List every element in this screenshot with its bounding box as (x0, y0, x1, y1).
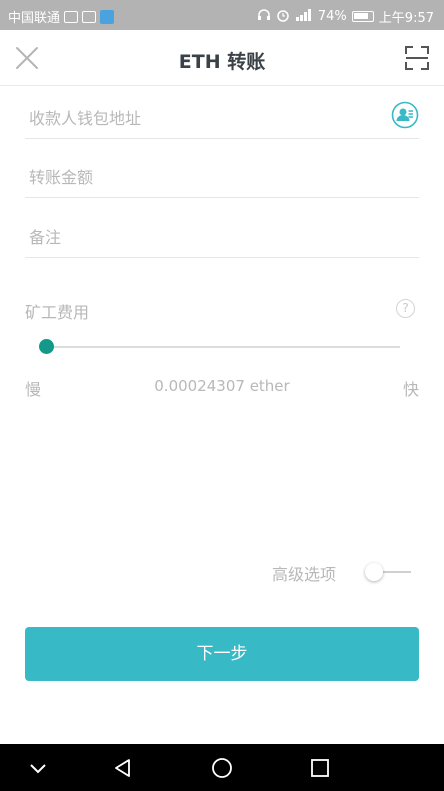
memo-field[interactable]: 备注 (25, 206, 419, 258)
alarm-icon (276, 8, 290, 26)
contacts-icon[interactable] (391, 101, 419, 129)
clock: 上午9:57 (378, 11, 434, 26)
back-icon[interactable] (111, 756, 135, 780)
amount-placeholder: 转账金额 (29, 168, 94, 187)
signal-icon (295, 8, 313, 25)
headset-icon (257, 8, 271, 26)
system-nav-bar (0, 744, 444, 791)
help-icon[interactable]: ? (396, 299, 415, 318)
status-right: 74% 上午9:57 (257, 7, 434, 26)
app-header: ETH 转账 (0, 30, 444, 86)
status-left: 中国联通 (8, 7, 115, 26)
address-field[interactable]: 收款人钱包地址 (25, 87, 419, 139)
battery-icon (351, 11, 374, 22)
app-badge-icon (100, 9, 115, 24)
battery-percent: 74% (317, 9, 347, 24)
fee-value: 0.00024307 ether (154, 377, 290, 395)
advanced-options-label: 高级选项 (272, 565, 337, 584)
app-notification-icon (82, 10, 97, 23)
next-step-button[interactable]: 下一步 (25, 627, 419, 681)
page-title: ETH 转账 (178, 51, 266, 73)
recents-icon[interactable] (308, 756, 332, 780)
notification-icon (64, 10, 79, 23)
toggle-knob (365, 563, 383, 581)
home-icon[interactable] (210, 756, 234, 780)
carrier-name: 中国联通 (8, 11, 61, 26)
scan-qr-icon[interactable] (404, 45, 430, 71)
memo-placeholder: 备注 (29, 228, 62, 247)
fee-slider-handle[interactable] (39, 339, 54, 354)
miner-fee-label: 矿工费用 (25, 303, 90, 322)
fast-label: 快 (402, 380, 419, 399)
fee-slider-track[interactable] (46, 346, 400, 348)
amount-field[interactable]: 转账金额 (25, 146, 419, 198)
advanced-options-toggle[interactable] (363, 562, 411, 582)
chevron-down-icon[interactable] (26, 756, 50, 780)
status-bar: 中国联通 74% 上午9:57 (0, 0, 444, 30)
address-placeholder: 收款人钱包地址 (29, 109, 142, 128)
